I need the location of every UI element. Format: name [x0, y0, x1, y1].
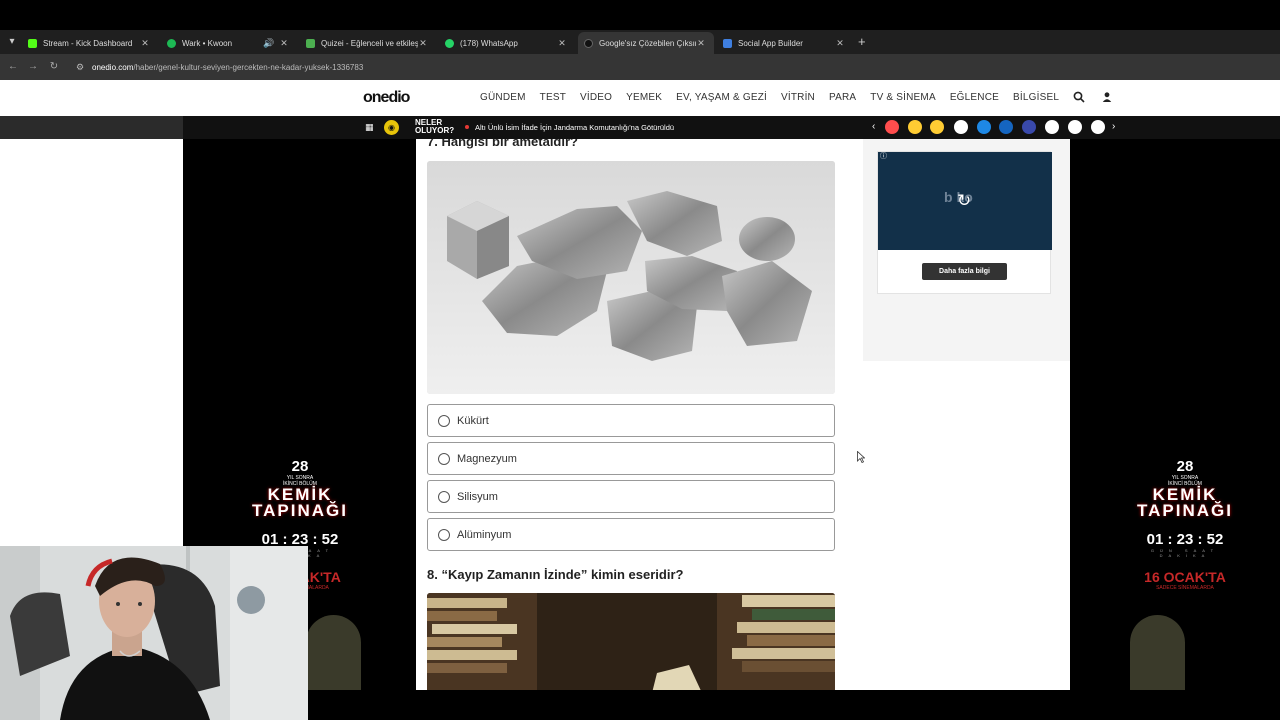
left-blank-area	[0, 139, 183, 549]
sidebar-ad-area: ⓘ b ko ↻ Daha fazla bilgi	[863, 139, 1070, 361]
neler-oluyor-label: NELER OLUYOR?	[415, 118, 455, 135]
plus-category-icon[interactable]	[1045, 120, 1059, 134]
tab-social-app-builder[interactable]: Social App Builder ✕	[717, 32, 853, 54]
countdown-timer: 01 : 23 : 52	[1146, 531, 1224, 548]
radio-unchecked-icon[interactable]	[438, 490, 450, 503]
answer-option-kukurt[interactable]: Kükürt	[427, 404, 835, 437]
category-icon[interactable]	[977, 120, 991, 134]
nav-tv-sinema[interactable]: TV & SİNEMA	[870, 92, 936, 103]
tab-quizei[interactable]: Quizei - Eğlenceli ve etkileşimli ✕	[300, 32, 436, 54]
webcam-overlay	[0, 546, 308, 720]
ticker-headline[interactable]: Altı Ünlü İsim İfade İçin Jandarma Komut…	[475, 123, 674, 132]
radio-unchecked-icon[interactable]	[438, 528, 450, 541]
nav-vitrin[interactable]: VİTRİN	[781, 92, 815, 103]
main-nav: GÜNDEM TEST VİDEO YEMEK EV, YAŞAM & GEZİ…	[480, 92, 1073, 103]
nav-ev-yasam-gezi[interactable]: EV, YAŞAM & GEZİ	[676, 92, 767, 103]
radio-unchecked-icon[interactable]	[438, 414, 450, 427]
url-host: onedio.com	[92, 62, 134, 72]
search-icon[interactable]	[1072, 91, 1086, 105]
grid-icon[interactable]: ▦	[365, 122, 375, 132]
question-7-title: 7. Hangisi bir ametaldir?	[427, 139, 578, 149]
address-bar-row: ← → ↻ ⚙ onedio.com/haber/genel-kultur-se…	[0, 54, 1280, 80]
ticker-prev-icon[interactable]: ‹	[872, 121, 875, 132]
close-tab-icon[interactable]: ✕	[140, 38, 150, 49]
article-content: 7. Hangisi bir ametaldir? Kükürt Magnezy…	[416, 139, 1070, 690]
nav-bilgisel[interactable]: BİLGİSEL	[1013, 92, 1059, 103]
category-icon[interactable]	[999, 120, 1013, 134]
category-icon[interactable]	[1068, 120, 1082, 134]
question-7-image	[427, 161, 835, 394]
audio-playing-icon[interactable]: 🔊	[263, 38, 274, 49]
spotify-favicon-icon	[167, 38, 176, 48]
close-tab-icon[interactable]: ✕	[696, 38, 706, 49]
nav-yemek[interactable]: YEMEK	[626, 92, 662, 103]
right-movie-promo[interactable]: 28 YIL SONRA İKİNCİ BÖLÜM KEMİK TAPINAĞI…	[1130, 458, 1240, 591]
answer-option-silisyum[interactable]: Silisyum	[427, 480, 835, 513]
back-arrow-icon[interactable]: ←	[6, 60, 20, 74]
right-skin-ad[interactable]	[1070, 139, 1280, 690]
quizei-favicon-icon	[306, 38, 315, 48]
more-info-button[interactable]: Daha fazla bilgi	[922, 263, 1007, 280]
site-header: onedio GÜNDEM TEST VİDEO YEMEK EV, YAŞAM…	[0, 80, 1280, 116]
news-ticker: ▦ ◉ NELER OLUYOR? Altı Ünlü İsim İfade İ…	[0, 116, 1280, 139]
video-ad-player[interactable]: ⓘ b ko ↻	[878, 152, 1052, 250]
nav-gundem[interactable]: GÜNDEM	[480, 92, 526, 103]
question-8-image	[427, 593, 835, 690]
kick-favicon-icon	[28, 38, 37, 48]
reaction-love-icon[interactable]	[885, 120, 899, 134]
nav-test[interactable]: TEST	[540, 92, 566, 103]
close-tab-icon[interactable]: ✕	[418, 38, 428, 49]
radio-unchecked-icon[interactable]	[438, 452, 450, 465]
nav-video[interactable]: VİDEO	[580, 92, 612, 103]
replay-icon[interactable]: ↻	[957, 191, 971, 211]
tab-spotify[interactable]: Wark • Kwoon 🔊 ✕	[161, 32, 297, 54]
nav-para[interactable]: PARA	[829, 92, 856, 103]
nav-eglence[interactable]: EĞLENCE	[950, 92, 999, 103]
onedio-logo[interactable]: onedio	[363, 89, 410, 107]
category-icon[interactable]	[954, 120, 968, 134]
close-tab-icon[interactable]: ✕	[835, 38, 845, 49]
site-info-icon[interactable]: ⚙	[76, 62, 88, 73]
whatsapp-favicon-icon	[445, 38, 454, 48]
answer-option-aluminyum[interactable]: Alüminyum	[427, 518, 835, 551]
browser-tab-bar: ▾ Stream - Kick Dashboard ✕ Wark • Kwoon…	[0, 30, 1280, 54]
tab-search-icon[interactable]: ▾	[4, 34, 20, 50]
url-field[interactable]: ⚙ onedio.com/haber/genel-kultur-seviyen-…	[72, 58, 1268, 76]
category-icon[interactable]	[1022, 120, 1036, 134]
onedio-favicon-icon	[584, 38, 593, 48]
dinosaur-image	[1130, 615, 1185, 690]
video-ad-card[interactable]: ⓘ b ko ↻ Daha fazla bilgi	[877, 151, 1052, 294]
live-dot-icon	[465, 125, 469, 129]
ok-category-icon[interactable]	[1091, 120, 1105, 134]
url-path: /haber/genel-kultur-seviyen-gercekten-ne…	[133, 62, 364, 72]
user-icon[interactable]	[1100, 91, 1114, 105]
close-tab-icon[interactable]: ✕	[279, 38, 289, 49]
question-8-title: 8. “Kayıp Zamanın İzinde” kimin eseridir…	[427, 567, 684, 582]
tab-whatsapp[interactable]: (178) WhatsApp ✕	[439, 32, 575, 54]
neler-oluyor-badge-icon: ◉	[384, 120, 399, 135]
forward-arrow-icon[interactable]: →	[26, 60, 40, 74]
tab-kick-dashboard[interactable]: Stream - Kick Dashboard ✕	[22, 32, 158, 54]
mouse-cursor-icon	[857, 451, 865, 463]
reaction-laugh-icon[interactable]	[930, 120, 944, 134]
tab-onedio-active[interactable]: Google'sız Çözebilen Çıksın: Zo ✕	[578, 32, 714, 54]
answer-option-magnezyum[interactable]: Magnezyum	[427, 442, 835, 475]
bottom-black-bar	[308, 690, 1280, 720]
reaction-sad-icon[interactable]	[908, 120, 922, 134]
reload-icon[interactable]: ↻	[47, 60, 61, 74]
screen: ▾ Stream - Kick Dashboard ✕ Wark • Kwoon…	[0, 0, 1280, 720]
new-tab-plus-icon[interactable]: +	[858, 34, 866, 50]
close-tab-icon[interactable]: ✕	[557, 38, 567, 49]
social-app-favicon-icon	[723, 38, 732, 48]
info-icon[interactable]: ⓘ	[880, 153, 888, 161]
dinosaur-image	[306, 615, 361, 690]
ticker-next-icon[interactable]: ›	[1112, 121, 1115, 132]
